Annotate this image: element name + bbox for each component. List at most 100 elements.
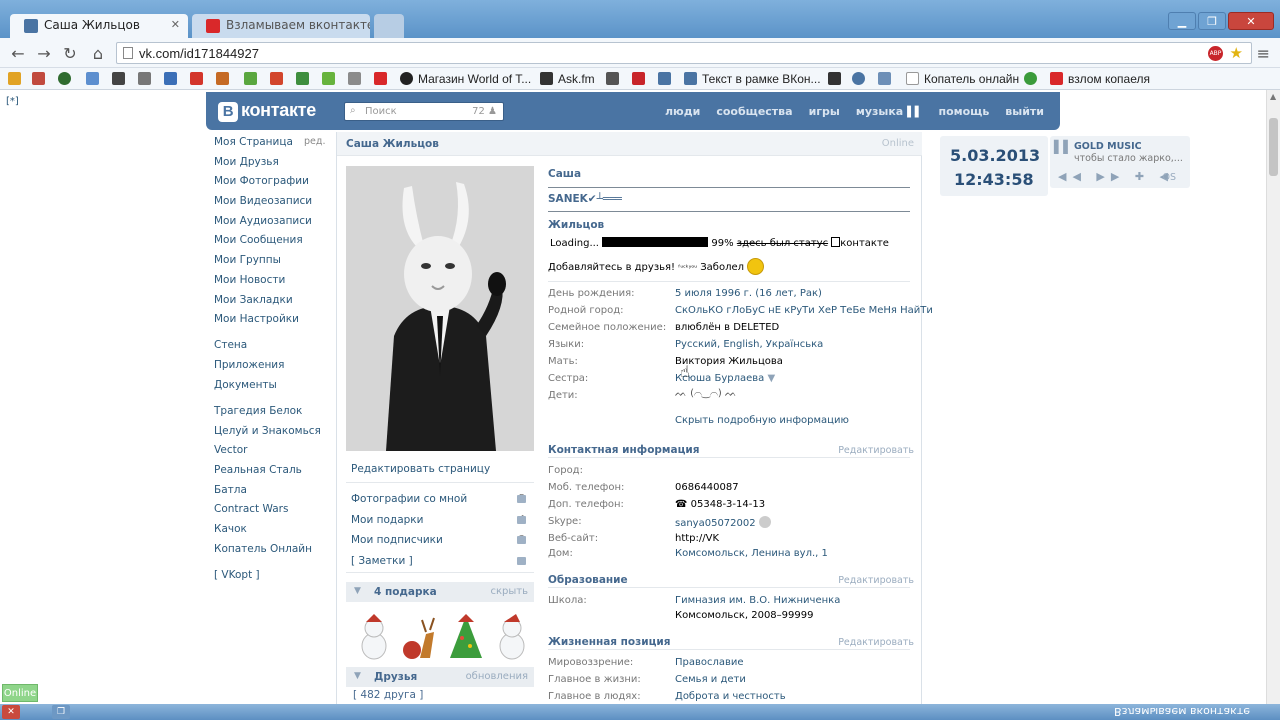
bookmark-icon[interactable] [632, 72, 650, 86]
gifts-block-header[interactable]: ▼ 4 подарка скрыть [346, 582, 534, 602]
bookmark-star-icon[interactable]: ★ [1230, 44, 1243, 62]
nav-help[interactable]: помощь [938, 105, 989, 118]
birthday-value[interactable]: 5 июля 1996 г. (16 лет, Рак) [675, 288, 822, 299]
hide-gifts-link[interactable]: скрыть [491, 586, 529, 597]
menu-bookmarks[interactable]: Мои Закладки [214, 294, 328, 314]
bookmark-icon[interactable] [878, 72, 896, 86]
nav-music[interactable]: музыка ▌▌ [856, 105, 923, 118]
home-icon[interactable]: ⌂ [88, 44, 108, 64]
menu-app-item[interactable]: Качок [214, 523, 328, 543]
bookmark-icon[interactable] [606, 72, 624, 86]
scroll-up-icon[interactable]: ▲ [1270, 92, 1276, 101]
bookmark-icon[interactable] [1024, 72, 1042, 86]
close-icon[interactable]: ✕ [2, 705, 20, 719]
menu-app-item[interactable]: Vector [214, 444, 328, 464]
my-gifts-link[interactable]: Мои подарки [351, 514, 423, 526]
bookmark-icon[interactable] [322, 72, 340, 86]
close-icon[interactable]: ✕ [171, 18, 180, 31]
school-value[interactable]: Гимназия им. В.О. Нижниченка [675, 595, 840, 606]
pause-icon[interactable]: ▌▌ [907, 107, 922, 118]
bookmark-icon[interactable] [348, 72, 366, 86]
menu-app-item[interactable]: Реальная Сталь [214, 464, 328, 484]
menu-audio[interactable]: Мои Аудиозаписи [214, 215, 328, 235]
adblock-icon[interactable]: ABP [1208, 46, 1223, 61]
bookmark-vk-text[interactable]: Текст в рамке ВКон... [684, 72, 821, 86]
player-title[interactable]: чтобы стало жарко,... [1074, 153, 1183, 164]
bookmark-icon[interactable] [244, 72, 262, 86]
page-scrollbar[interactable]: ▲ [1266, 90, 1280, 704]
forward-icon[interactable]: → [34, 44, 54, 64]
sister-value[interactable]: Ксюша Бурлаева ▼ [675, 373, 775, 384]
bookmark-icon[interactable] [658, 72, 676, 86]
bookmark-icon[interactable] [138, 72, 156, 86]
scroll-thumb[interactable] [1269, 118, 1278, 176]
menu-friends[interactable]: Мои Друзья [214, 156, 328, 176]
worldview-value[interactable]: Православие [675, 657, 744, 668]
menu-app-item[interactable]: Копатель Онлайн [214, 543, 328, 563]
bookmark-icon[interactable] [112, 72, 130, 86]
gift-snowman-icon[interactable] [354, 614, 394, 662]
menu-app-item[interactable]: Батла [214, 484, 328, 504]
menu-videos[interactable]: Мои Видеозаписи [214, 195, 328, 215]
menu-app-item[interactable]: Трагедия Белок [214, 405, 328, 425]
website-value[interactable]: http://VK [675, 533, 719, 544]
photos-with-me-link[interactable]: Фотографии со мной [351, 493, 467, 505]
maximize-icon[interactable]: ❐ [1198, 12, 1226, 30]
bookmark-icon[interactable] [852, 72, 870, 86]
bookmark-icon[interactable] [86, 72, 104, 86]
hometown-value[interactable]: СкОльКО гЛоБуС нЕ кРуТи ХеР ТеБе МеНя На… [675, 305, 933, 316]
profile-avatar[interactable] [346, 166, 534, 451]
menu-vkopt[interactable]: [ VKopt ] [214, 569, 328, 589]
menu-app-item[interactable]: Целуй и Знакомься [214, 425, 328, 445]
vk-logo[interactable]: Вконтакте [218, 100, 316, 122]
nav-communities[interactable]: сообщества [716, 105, 792, 118]
edit-link[interactable]: ред. [304, 136, 325, 147]
player-os[interactable]: OS [1162, 172, 1176, 183]
bookmark-icon[interactable] [164, 72, 182, 86]
notes-link[interactable]: [ Заметки ] [351, 555, 413, 567]
edit-education-link[interactable]: Редактировать [838, 575, 914, 586]
bookmark-kopatel[interactable]: Копатель онлайн [906, 72, 1019, 86]
bookmark-icon[interactable] [32, 72, 50, 86]
status-line[interactable]: Loading... 99% здесь был статус контакте [550, 237, 889, 249]
menu-docs[interactable]: Документы [214, 379, 328, 399]
new-tab-button[interactable] [374, 14, 404, 38]
edit-life-link[interactable]: Редактировать [838, 637, 914, 648]
hide-info-link[interactable]: Скрыть подробную информацию [675, 415, 849, 426]
nav-people[interactable]: люди [665, 105, 700, 118]
people-main-value[interactable]: Доброта и честность [675, 691, 786, 702]
pause-icon[interactable]: ▌▌ [1054, 140, 1072, 154]
bookmark-askfm[interactable]: Ask.fm [540, 72, 595, 86]
bookmark-icon[interactable] [270, 72, 288, 86]
edit-contacts-link[interactable]: Редактировать [838, 445, 914, 456]
bookmark-vzlom[interactable]: взлом копаеля [1050, 72, 1150, 86]
gift-bear-icon[interactable] [492, 614, 532, 662]
menu-icon[interactable]: ≡ [1257, 44, 1270, 63]
close-window-icon[interactable]: ✕ [1228, 12, 1274, 30]
player-artist[interactable]: GOLD MUSIC [1074, 141, 1142, 152]
nav-games[interactable]: игры [809, 105, 840, 118]
youtube-icon[interactable] [374, 72, 392, 86]
friends-count[interactable]: [ 482 друга ] [353, 689, 423, 701]
tab-vzlom[interactable]: Взламываем вконтакте б [192, 14, 370, 38]
reload-icon[interactable]: ↻ [60, 44, 80, 64]
nav-logout[interactable]: выйти [1005, 105, 1044, 118]
menu-settings[interactable]: Мои Настройки [214, 313, 328, 333]
bookmark-icon[interactable] [296, 72, 314, 86]
gift-tree-icon[interactable] [446, 614, 486, 662]
menu-news[interactable]: Мои Новости [214, 274, 328, 294]
bookmark-icon[interactable] [58, 72, 76, 86]
search-input[interactable]: ⌕ Поиск 72 ♟ [344, 102, 504, 121]
skype-value[interactable]: sanya05072002 [675, 516, 771, 529]
friends-updates-link[interactable]: обновления [466, 671, 528, 682]
status-line-2[interactable]: Добавляйтесь в друзья! ᶠᵘᶜᵏʸᵒᵘ Заболел [548, 258, 765, 275]
bookmark-wot[interactable]: Магазин World of T... [400, 72, 531, 86]
bookmark-icon[interactable] [828, 72, 846, 86]
languages-value[interactable]: Русский, English, Українська [675, 339, 823, 350]
life-main-value[interactable]: Семья и дети [675, 674, 746, 685]
minimize-icon[interactable]: ▁ [1168, 12, 1196, 30]
gift-reindeer-icon[interactable] [400, 614, 440, 662]
bookmark-icon[interactable] [216, 72, 234, 86]
tab-sasha[interactable]: Саша Жильцов ✕ [10, 14, 188, 38]
menu-messages[interactable]: Мои Сообщения [214, 234, 328, 254]
